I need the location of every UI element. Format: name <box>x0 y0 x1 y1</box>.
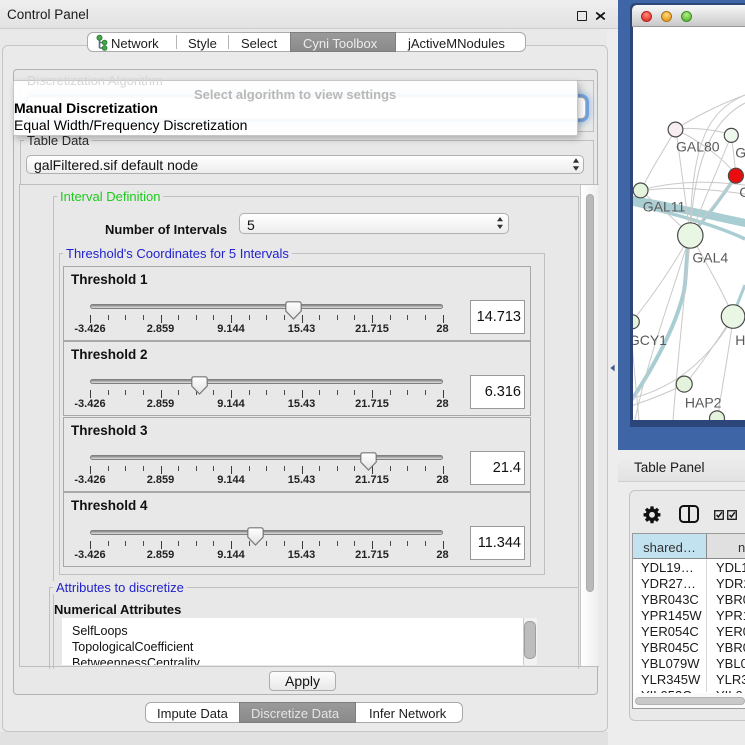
svg-text:C: C <box>739 184 745 200</box>
svg-text:HAP2: HAP2 <box>685 395 722 411</box>
svg-text:GAL4: GAL4 <box>692 250 728 266</box>
svg-text:G.: G. <box>735 145 745 161</box>
svg-text:H: H <box>735 332 745 348</box>
svg-text:GAL11: GAL11 <box>643 199 686 215</box>
svg-text:GCY1: GCY1 <box>633 332 667 348</box>
svg-text:GAL80: GAL80 <box>676 139 720 155</box>
